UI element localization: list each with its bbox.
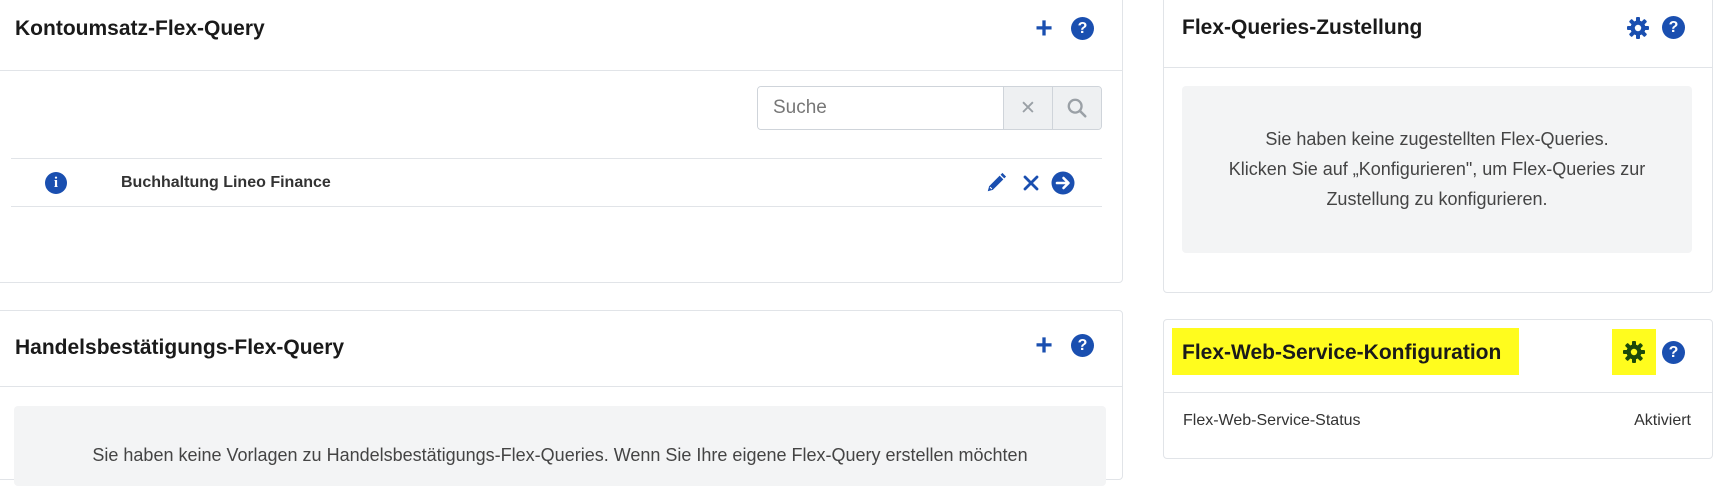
close-icon: ✕	[1020, 97, 1036, 119]
status-label: Flex-Web-Service-Status	[1183, 412, 1361, 429]
empty-state: Sie haben keine Vorlagen zu Handelsbestä…	[14, 406, 1106, 486]
query-name: Buchhaltung Lineo Finance	[121, 174, 331, 191]
help-button[interactable]: ?	[1070, 333, 1095, 358]
webservice-title: Flex-Web-Service-Konfiguration	[1182, 341, 1502, 364]
help-button[interactable]: ?	[1661, 15, 1686, 40]
help-button[interactable]: ?	[1661, 340, 1686, 365]
delete-button[interactable]	[1018, 170, 1044, 196]
info-icon[interactable]: i	[45, 172, 67, 194]
help-button[interactable]: ?	[1070, 16, 1095, 41]
search-group: ✕	[757, 86, 1102, 130]
search-icon	[1067, 98, 1087, 118]
zustellung-title: Flex-Queries-Zustellung	[1182, 16, 1423, 39]
gear-icon	[1627, 17, 1649, 39]
pencil-icon	[987, 172, 1007, 192]
list-item: i Buchhaltung Lineo Finance	[11, 158, 1102, 207]
add-query-button[interactable]: +	[1029, 14, 1059, 44]
empty-line-1: Sie haben keine zugestellten Flex-Querie…	[1265, 129, 1609, 149]
kontoumsatz-header: Kontoumsatz-Flex-Query + ?	[0, 0, 1122, 71]
clear-search-button[interactable]: ✕	[1003, 87, 1052, 129]
edit-button[interactable]	[983, 170, 1009, 196]
webservice-panel: Flex-Web-Service-Konfiguration ? Flex-We…	[1163, 319, 1713, 459]
help-icon: ?	[1071, 334, 1094, 357]
close-icon	[1023, 175, 1039, 191]
zustellung-panel: Flex-Queries-Zustellung ? Sie haben kein…	[1163, 0, 1713, 293]
empty-state-text: Sie haben keine Vorlagen zu Handelsbestä…	[92, 445, 1028, 465]
search-input[interactable]	[758, 87, 1003, 129]
help-icon: ?	[1071, 17, 1094, 40]
zustellung-header: Flex-Queries-Zustellung ?	[1164, 0, 1712, 68]
arrow-right-circle-icon	[1051, 171, 1075, 195]
search-button[interactable]	[1052, 87, 1101, 129]
help-icon: ?	[1662, 16, 1685, 39]
webservice-header: Flex-Web-Service-Konfiguration ?	[1164, 320, 1712, 393]
handels-title: Handelsbestätigungs-Flex-Query	[15, 336, 345, 359]
empty-line-3: Zustellung zu konfigurieren.	[1326, 189, 1548, 209]
kontoumsatz-title: Kontoumsatz-Flex-Query	[15, 17, 265, 40]
empty-state-text: Sie haben keine zugestellten Flex-Querie…	[1182, 124, 1692, 214]
plus-icon: +	[1035, 12, 1053, 45]
settings-button[interactable]	[1620, 338, 1648, 366]
plus-icon: +	[1035, 329, 1053, 362]
settings-button[interactable]	[1624, 14, 1652, 42]
add-query-button[interactable]: +	[1029, 331, 1059, 361]
gear-icon	[1623, 341, 1645, 363]
empty-state: Sie haben keine zugestellten Flex-Querie…	[1182, 86, 1692, 253]
run-button[interactable]	[1050, 170, 1076, 196]
status-value: Aktiviert	[1634, 412, 1691, 429]
help-icon: ?	[1662, 341, 1685, 364]
handels-panel: Handelsbestätigungs-Flex-Query + ? Sie h…	[0, 310, 1123, 486]
handels-header: Handelsbestätigungs-Flex-Query + ?	[0, 311, 1122, 387]
kontoumsatz-panel: Kontoumsatz-Flex-Query + ? ✕ i Buchhaltu…	[0, 0, 1123, 283]
empty-line-2: Klicken Sie auf „Konfigurieren", um Flex…	[1228, 159, 1646, 179]
